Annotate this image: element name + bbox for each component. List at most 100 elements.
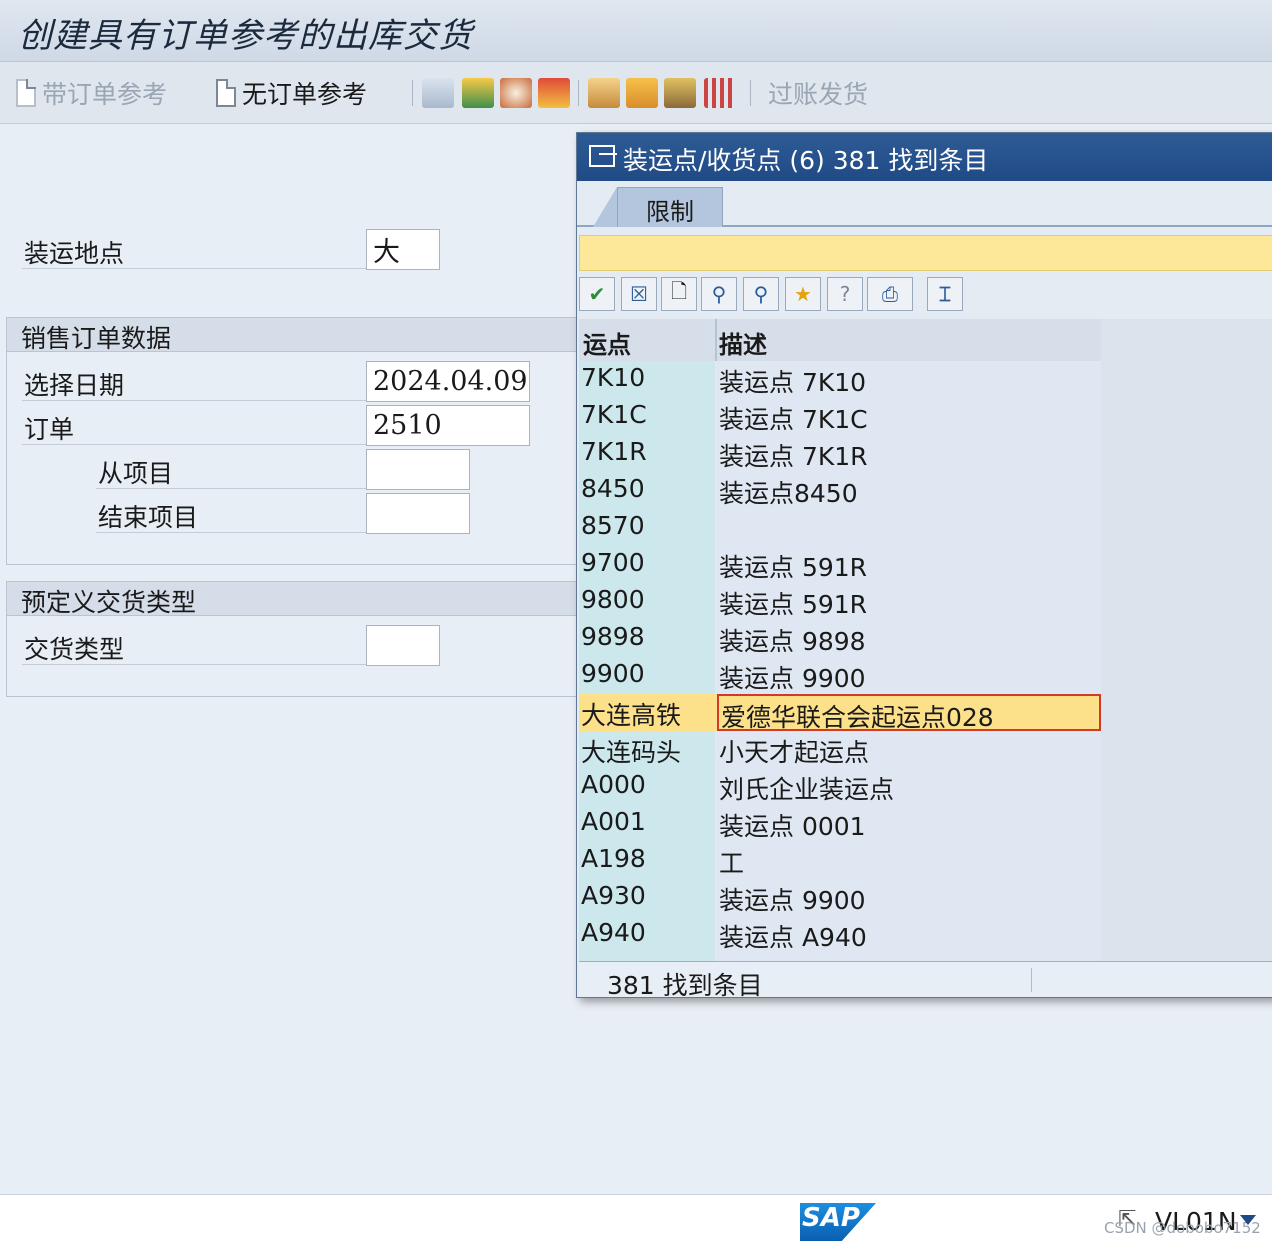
shipping-point-key: 9898: [581, 622, 645, 651]
with-order-reference-button[interactable]: 带订单参考: [16, 76, 167, 110]
window-icon: [589, 145, 617, 167]
window-title: 创建具有订单参考的出库交货: [18, 16, 473, 56]
shipping-point-key: 9700: [581, 548, 645, 577]
copy-document-icon[interactable]: [422, 78, 454, 108]
house-icon[interactable]: [664, 78, 696, 108]
search-help-dialog: 装运点/收货点 (6) 381 找到条目 限制 ✔ ☒ 🗋 ⚲ ⚲ ★ ? ⎙ …: [576, 132, 1272, 1000]
print-icon[interactable]: ⎙: [867, 277, 913, 311]
check-icon[interactable]: ✔: [579, 277, 615, 311]
shipping-point-key: A940: [581, 918, 646, 947]
package-icon[interactable]: [588, 78, 620, 108]
shipping-point-description: 装运点 7K1R: [719, 442, 868, 471]
group-header: 预定义交货类型: [7, 582, 577, 617]
table-row[interactable]: 大连码头 小天才起运点: [579, 731, 1101, 768]
shipping-point-description: 小天才起运点: [719, 738, 870, 767]
from-item-label: 从项目: [98, 459, 174, 488]
tab-edge: [593, 187, 617, 227]
window-title-bar: 创建具有订单参考的出库交货: [0, 0, 1272, 62]
table-row[interactable]: 9898 装运点 9898: [579, 620, 1101, 657]
document-icon: [216, 79, 236, 107]
column-header-key[interactable]: 运点: [583, 325, 631, 360]
selection-date-input[interactable]: 2024.04.09: [366, 361, 530, 402]
delivery-type-input[interactable]: [366, 625, 440, 666]
divider: [96, 532, 368, 533]
shipping-point-input[interactable]: 大: [366, 229, 440, 270]
post-goods-issue-button[interactable]: 过账发货: [768, 76, 868, 110]
shipping-point-description: 装运点 591R: [719, 553, 868, 582]
shipping-point-key: 7K1R: [581, 437, 647, 466]
table-row[interactable]: 9700 装运点 591R: [579, 546, 1101, 583]
shipping-point-key: 大连码头: [581, 738, 682, 767]
hat-icon[interactable]: [500, 78, 532, 108]
table-row[interactable]: A001 装运点 0001: [579, 805, 1101, 842]
shipping-point-description: 工: [719, 849, 745, 878]
shipping-point-key: 大连高铁: [581, 701, 682, 730]
find-next-icon[interactable]: ⚲: [743, 277, 779, 311]
table-row[interactable]: 8570: [579, 509, 1101, 546]
dialog-title: 装运点/收货点 (6) 381 找到条目: [623, 146, 989, 175]
divider: [22, 268, 368, 269]
toolbar-separator: [578, 80, 579, 106]
delivery-type-label: 交货类型: [24, 635, 125, 664]
without-order-reference-label: 无订单参考: [242, 80, 368, 109]
stack-icon[interactable]: [626, 78, 658, 108]
new-document-icon[interactable]: 🗋: [661, 277, 697, 311]
shipping-point-key: 9900: [581, 659, 645, 688]
shipping-point-key: 7K10: [581, 363, 646, 392]
table-row[interactable]: A198 工: [579, 842, 1101, 879]
shipping-point-description: 装运点 7K1C: [719, 405, 868, 434]
empty-grid-area: [1101, 319, 1272, 961]
table-row[interactable]: A930 装运点 9900: [579, 879, 1101, 916]
document-icon: [16, 79, 36, 107]
table-row[interactable]: A000 刘氏企业装运点: [579, 768, 1101, 805]
dropdown-triangle-icon[interactable]: [1240, 1215, 1256, 1225]
table-row[interactable]: 7K1C 装运点 7K1C: [579, 398, 1101, 435]
group-header: 销售订单数据: [7, 318, 577, 353]
application-toolbar: 带订单参考 无订单参考 过账发货: [0, 62, 1272, 124]
info-icon[interactable]: ?: [827, 277, 863, 311]
order-input[interactable]: 2510: [366, 405, 530, 446]
table-row[interactable]: 大连高铁 爱德华联合会起运点028: [579, 694, 1101, 732]
status-footer: SAP ⇱ VL01N CSDN @dobobo7152: [0, 1194, 1272, 1246]
table-row[interactable]: 7K1R 装运点 7K1R: [579, 435, 1101, 472]
table-row[interactable]: 9900 装运点 9900: [579, 657, 1101, 694]
column-header-description[interactable]: 描述: [719, 325, 767, 360]
toolbar-separator: [412, 80, 413, 106]
shipping-point-key: A000: [581, 770, 646, 799]
cancel-icon[interactable]: ☒: [621, 277, 657, 311]
selection-date-label: 选择日期: [24, 371, 125, 400]
mountain-icon[interactable]: [462, 78, 494, 108]
shipping-point-label: 装运地点: [24, 239, 125, 268]
divider: [22, 444, 368, 445]
column-divider: [715, 319, 717, 361]
with-order-reference-label: 带订单参考: [42, 80, 168, 109]
to-item-label: 结束项目: [98, 503, 199, 532]
shipping-point-description: 装运点 9898: [719, 627, 866, 656]
sales-order-group-title: 销售订单数据: [21, 324, 172, 353]
tab-restrictions[interactable]: 限制: [617, 187, 723, 227]
dialog-status-bar: 381 找到条目: [579, 961, 1272, 1000]
table-row[interactable]: 8450 装运点8450: [579, 472, 1101, 509]
shipping-point-description: 爱德华联合会起运点028: [717, 694, 1101, 732]
without-order-reference-button[interactable]: 无订单参考: [216, 76, 367, 110]
sort-icon[interactable]: ⌶: [927, 277, 963, 311]
table-row[interactable]: 7K10 装运点 7K10: [579, 361, 1101, 398]
alert-icon[interactable]: [538, 78, 570, 108]
shipping-point-key: A001: [581, 807, 646, 836]
status-text: 381 找到条目: [607, 971, 763, 1000]
results-grid-header: 运点 描述: [579, 319, 1101, 361]
binoculars-icon[interactable]: ⚲: [701, 277, 737, 311]
delivery-type-group-title: 预定义交货类型: [21, 588, 197, 617]
favorite-add-icon[interactable]: ★: [785, 277, 821, 311]
grid-icon[interactable]: [704, 78, 736, 108]
table-row[interactable]: 9800 装运点 591R: [579, 583, 1101, 620]
divider: [22, 400, 368, 401]
shipping-point-description: 装运点8450: [719, 479, 858, 508]
from-item-input[interactable]: [366, 449, 470, 490]
shipping-point-description: 装运点 7K10: [719, 368, 867, 397]
table-row[interactable]: A940 装运点 A940: [579, 916, 1101, 953]
to-item-input[interactable]: [366, 493, 470, 534]
shipping-point-key: 8450: [581, 474, 645, 503]
shipping-point-key: 7K1C: [581, 400, 647, 429]
watermark: CSDN @dobobo7152: [1104, 1219, 1261, 1237]
